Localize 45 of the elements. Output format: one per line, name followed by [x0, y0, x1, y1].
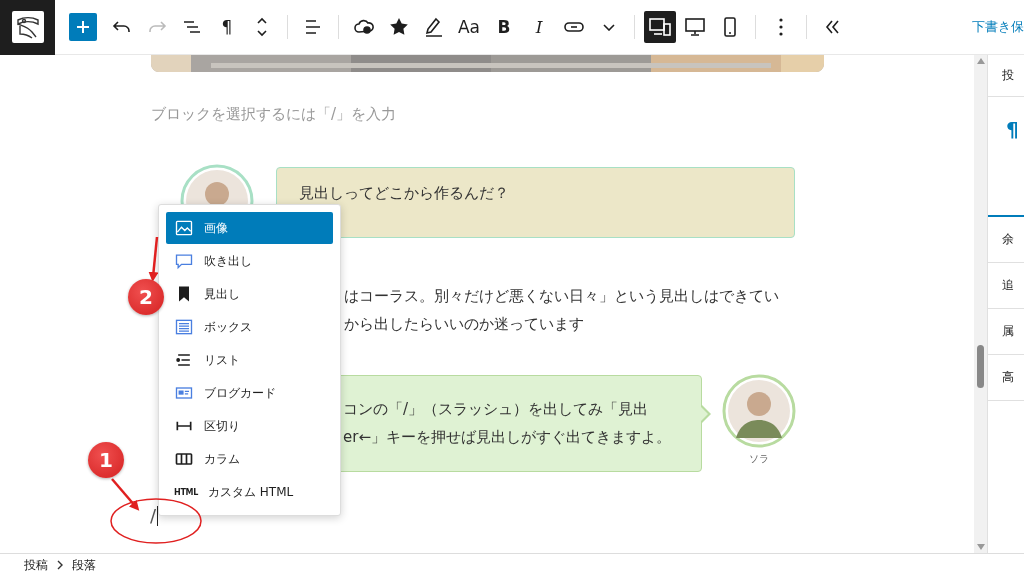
block-menu-item[interactable]: 吹き出し	[166, 245, 333, 277]
paragraph-text: はコーラス。別々だけど悪くない日々」という見出しはできてい	[344, 286, 779, 307]
avatar-name: ソラ	[749, 452, 769, 466]
devices-icon	[648, 15, 672, 39]
annotation-badge: 2	[128, 279, 164, 315]
sidebar-tab[interactable]: 投	[1002, 67, 1015, 84]
font-button[interactable]: Aa	[453, 11, 485, 43]
breadcrumb-item[interactable]: 段落	[72, 556, 96, 574]
paragraph-button[interactable]: ¶	[211, 11, 243, 43]
block-menu-item[interactable]: 見出し	[166, 278, 333, 310]
balloon-text: 見出しってどこから作るんだ？	[299, 183, 510, 203]
sidebar-panel-title[interactable]: 追	[1002, 277, 1015, 294]
italic-button[interactable]: I	[523, 11, 555, 43]
bold-button[interactable]: B	[488, 11, 520, 43]
sidebar-panel-title[interactable]: 属	[1002, 323, 1015, 340]
breadcrumb-item[interactable]: 投稿	[24, 556, 48, 574]
chevron-icon	[56, 560, 64, 570]
box-icon	[174, 317, 194, 337]
paragraph-text: から出したらいいのか迷っています	[344, 314, 584, 335]
block-menu-item[interactable]: カラム	[166, 443, 333, 475]
annotation-arrow	[148, 236, 159, 282]
block-menu-item[interactable]: 区切り	[166, 410, 333, 442]
block-menu-item[interactable]: 画像	[166, 212, 333, 244]
save-draft-link[interactable]: 下書き保	[972, 18, 1024, 36]
logo-icon[interactable]	[14, 14, 41, 40]
paragraph-block-icon: ¶	[1006, 117, 1019, 141]
html-icon: HTML	[174, 487, 198, 497]
add-block-button[interactable]	[69, 13, 97, 41]
annotation-badge: 1	[88, 442, 124, 478]
more-icon	[779, 18, 783, 36]
typed-text[interactable]: /	[150, 505, 157, 527]
sidebar-panel-title[interactable]: 余	[1002, 231, 1015, 248]
monitor-icon	[683, 15, 707, 39]
sidebar-panel-title[interactable]: 高	[1002, 369, 1015, 386]
image-icon	[174, 218, 194, 238]
block-menu-item[interactable]: ブログカード	[166, 377, 333, 409]
scrollbar-thumb[interactable]	[977, 345, 985, 388]
block-menu-item[interactable]: ボックス	[166, 311, 333, 343]
annotation-arrow	[111, 478, 140, 511]
balloon-text: コンの「/」（スラッシュ）を出してみ「見出	[343, 399, 650, 420]
block-menu-item[interactable]: HTML カスタム HTML	[166, 476, 333, 508]
block-menu-item[interactable]: リスト	[166, 344, 333, 376]
chevron-icon	[603, 23, 615, 31]
responsive-view-button[interactable]	[644, 11, 676, 43]
balloon-text: er←」キーを押せば見出しがすぐ出てきますよ。	[343, 427, 672, 448]
